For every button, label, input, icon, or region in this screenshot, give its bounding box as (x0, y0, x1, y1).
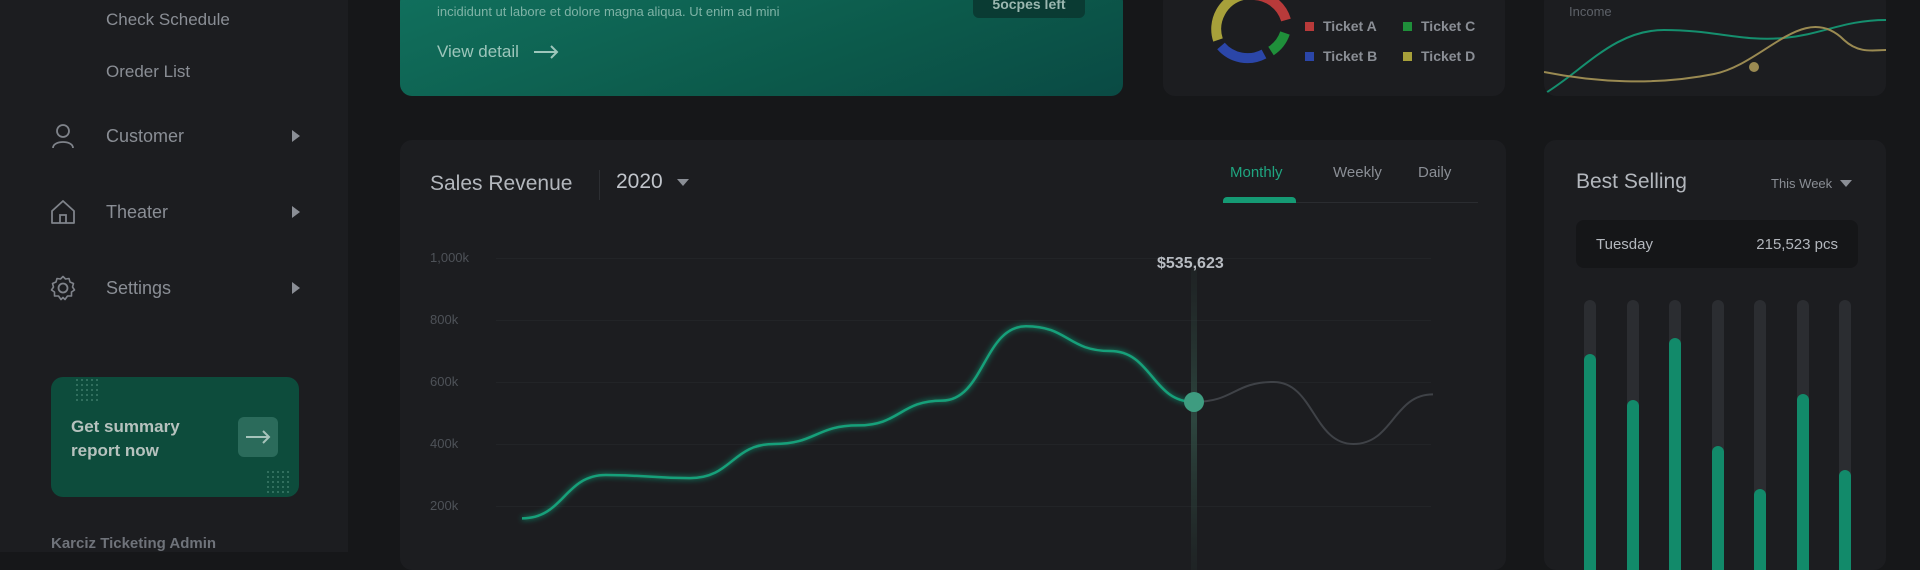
sidebar-item-customer[interactable]: Customer (50, 116, 300, 156)
best-selling-title: Best Selling (1576, 170, 1687, 193)
best-selling-card: Best Selling This Week Tuesday 215,523 p… (1544, 140, 1886, 570)
series-line-forecast (1193, 380, 1434, 446)
ticket-card: Ticket A Ticket B Ticket C Ticket D (1163, 0, 1505, 96)
legend-item: Ticket A (1305, 18, 1377, 34)
bar-track[interactable] (1839, 300, 1851, 570)
income-sparkline (1544, 19, 1886, 95)
selected-qty: 215,523 pcs (1756, 236, 1838, 253)
income-card: Income (1544, 0, 1886, 96)
legend-label: Ticket A (1323, 18, 1377, 34)
sidebar-item-label: Settings (106, 277, 172, 298)
bar-fill (1754, 489, 1766, 570)
bar-fill (1796, 394, 1809, 570)
view-detail-link[interactable]: View detail (437, 42, 559, 62)
filter-value: This Week (1771, 176, 1833, 191)
bar-fill (1711, 446, 1724, 570)
bar-fill (1626, 400, 1639, 570)
sidebar-item-label: Customer (106, 125, 185, 146)
banner-button[interactable]: 5ocpes left (973, 0, 1085, 18)
bar-fill (1839, 470, 1851, 570)
revenue-line-chart (521, 270, 1434, 570)
sidebar: Check Schedule Oreder List Customer Thea… (0, 0, 348, 552)
highlight-point[interactable] (1184, 391, 1204, 412)
legend-item: Ticket C (1403, 18, 1475, 34)
selected-day: Tuesday (1596, 236, 1653, 253)
ticket-donut-chart (1211, 0, 1291, 64)
legend-swatch (1305, 51, 1314, 61)
selected-day-summary: Tuesday 215,523 pcs (1576, 220, 1858, 268)
dot-pattern (267, 471, 289, 493)
chevron-right-icon (292, 206, 300, 218)
income-marker (1749, 62, 1759, 72)
legend-label: Ticket C (1421, 18, 1476, 34)
legend-item: Ticket B (1305, 48, 1377, 64)
summary-text: Get summary report now (71, 417, 180, 460)
series-line-revenue (521, 324, 1195, 520)
summary-card[interactable]: Get summary report now (51, 377, 299, 497)
view-detail-label: View detail (437, 42, 519, 61)
user-icon (50, 123, 76, 149)
sidebar-item-settings[interactable]: Settings (50, 268, 300, 308)
arrow-right-icon (246, 430, 271, 444)
promo-banner: incididunt ut labore et dolore magna ali… (400, 0, 1123, 96)
gear-icon (50, 275, 76, 301)
legend-swatch (1403, 21, 1412, 31)
banner-text: incididunt ut labore et dolore magna ali… (437, 4, 780, 19)
bar-track[interactable] (1626, 300, 1639, 570)
bar-track[interactable] (1754, 300, 1766, 570)
legend-label: Ticket D (1421, 48, 1476, 64)
dot-pattern (76, 379, 98, 401)
bar-track[interactable] (1669, 300, 1681, 570)
home-icon (50, 199, 76, 225)
legend-swatch (1305, 21, 1314, 31)
legend-item: Ticket D (1403, 48, 1475, 64)
bar-track[interactable] (1796, 300, 1809, 570)
legend-label: Ticket B (1323, 48, 1378, 64)
sidebar-item-label: Theater (106, 201, 169, 222)
bar-fill (1584, 354, 1596, 570)
summary-button[interactable] (238, 417, 278, 457)
chevron-right-icon (292, 130, 300, 142)
bar-track[interactable] (1584, 300, 1596, 570)
sidebar-item-theater[interactable]: Theater (50, 192, 300, 232)
legend-swatch (1403, 51, 1412, 61)
sidebar-subitem-check-schedule[interactable]: Check Schedule (106, 10, 230, 30)
sales-revenue-card: Sales Revenue 2020 Monthly Weekly Daily … (400, 140, 1506, 570)
week-filter-dropdown[interactable]: This Week (1771, 176, 1853, 191)
caret-down-icon (1840, 180, 1853, 187)
highlight-line (1191, 270, 1197, 570)
chevron-right-icon (292, 282, 300, 294)
bar-fill (1669, 338, 1681, 570)
brand-name: Karciz Ticketing Admin (51, 535, 217, 552)
sidebar-subitem-order-list[interactable]: Oreder List (106, 62, 190, 82)
bar-track[interactable] (1711, 300, 1724, 570)
arrow-right-icon (533, 45, 559, 59)
